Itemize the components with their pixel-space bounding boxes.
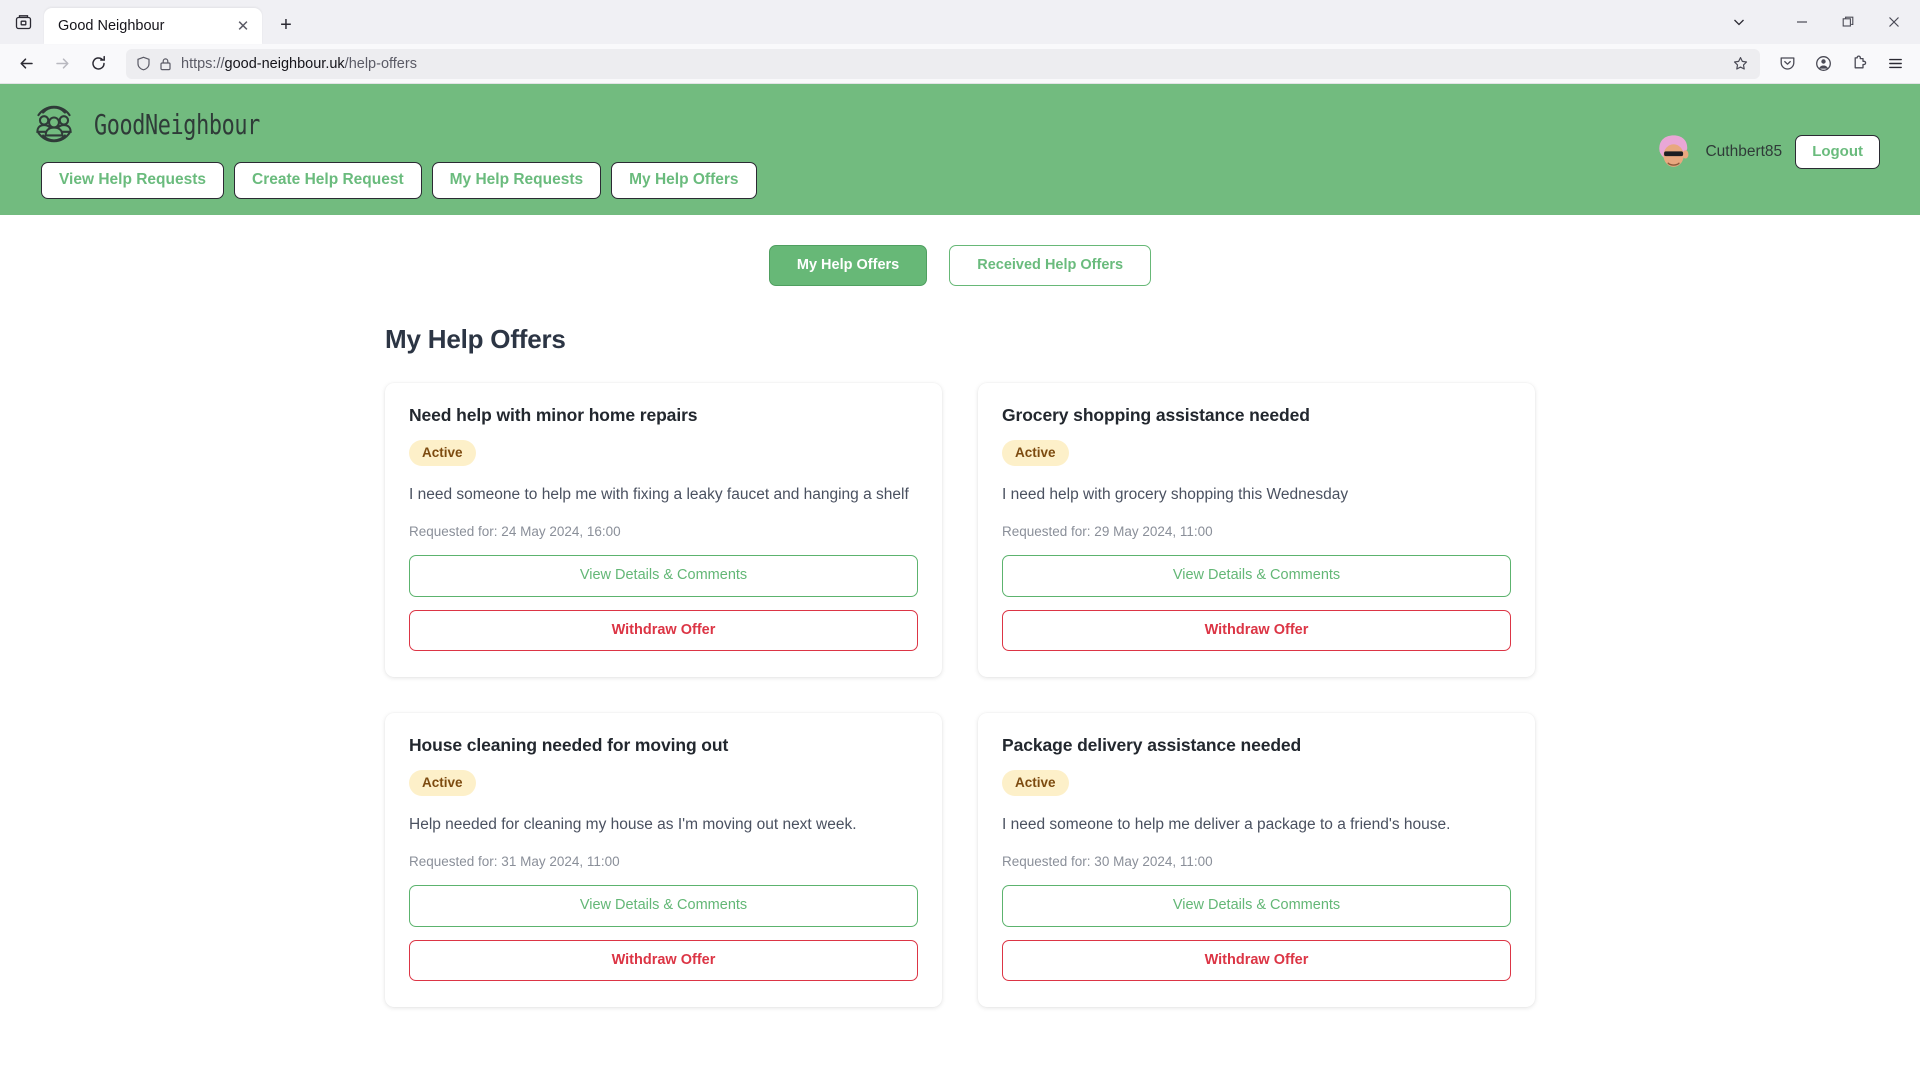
site-header: GoodNeighbour View Help Requests Create … <box>0 84 1920 215</box>
account-icon[interactable] <box>1808 49 1838 79</box>
status-badge: Active <box>409 439 476 467</box>
page-viewport: GoodNeighbour View Help Requests Create … <box>0 84 1920 1080</box>
card-description: I need someone to help me with fixing a … <box>409 486 909 504</box>
help-offer-card: Grocery shopping assistance needed Activ… <box>978 382 1535 678</box>
back-icon[interactable] <box>10 48 42 80</box>
nav-create-help-request[interactable]: Create Help Request <box>234 162 422 199</box>
card-requested-for: Requested for: 24 May 2024, 16:00 <box>409 524 621 540</box>
view-details-button[interactable]: View Details & Comments <box>1002 555 1511 597</box>
card-description: Help needed for cleaning my house as I'm… <box>409 816 857 834</box>
nav-my-help-offers[interactable]: My Help Offers <box>611 162 757 199</box>
tab-my-help-offers[interactable]: My Help Offers <box>768 244 928 286</box>
url-status-icons <box>136 56 172 71</box>
card-title: Package delivery assistance needed <box>1002 735 1302 756</box>
help-offer-card: Need help with minor home repairs Active… <box>385 382 942 678</box>
withdraw-offer-button[interactable]: Withdraw Offer <box>1002 609 1511 652</box>
nav-view-help-requests[interactable]: View Help Requests <box>41 162 225 199</box>
nav-my-help-requests[interactable]: My Help Requests <box>431 162 602 199</box>
browser-tab[interactable]: Good Neighbour ✕ <box>44 8 262 44</box>
status-badge: Active <box>409 770 476 797</box>
minimize-window-icon[interactable] <box>1780 4 1824 40</box>
save-to-pocket-icon[interactable] <box>1772 49 1802 79</box>
username-label: Cuthbert85 <box>1705 142 1783 160</box>
toolbar-actions <box>1768 49 1912 79</box>
bookmark-star-icon[interactable] <box>1726 51 1754 77</box>
card-title: Need help with minor home repairs <box>409 404 698 425</box>
maximize-window-icon[interactable] <box>1826 4 1870 40</box>
browser-toolbar: https://good-neighbour.uk/help-offers <box>0 44 1920 84</box>
url-domain: good-neighbour.uk <box>224 55 345 72</box>
reload-icon[interactable] <box>82 48 114 80</box>
withdraw-offer-button[interactable]: Withdraw Offer <box>1002 939 1511 982</box>
url-text: https://good-neighbour.uk/help-offers <box>181 56 1726 72</box>
brand-name: GoodNeighbour <box>94 107 260 141</box>
main-navigation: View Help Requests Create Help Request M… <box>0 162 1920 199</box>
address-bar[interactable]: https://good-neighbour.uk/help-offers <box>126 48 1760 79</box>
card-description: I need someone to help me deliver a pack… <box>1002 816 1451 834</box>
new-tab-icon[interactable]: + <box>270 9 302 41</box>
tab-strip: Good Neighbour ✕ + <box>0 0 1920 44</box>
user-area: Cuthbert85 Logout <box>1654 132 1880 171</box>
view-details-button[interactable]: View Details & Comments <box>409 885 918 927</box>
help-offer-card: Package delivery assistance needed Activ… <box>978 713 1535 1008</box>
shield-icon <box>137 56 150 71</box>
brand[interactable]: GoodNeighbour <box>0 98 1920 150</box>
withdraw-offer-button[interactable]: Withdraw Offer <box>409 609 918 652</box>
app-menu-icon[interactable] <box>1880 49 1910 79</box>
url-scheme: https:// <box>181 55 225 72</box>
withdraw-offer-button[interactable]: Withdraw Offer <box>409 939 918 982</box>
card-title: House cleaning needed for moving out <box>409 735 729 756</box>
tab-title: Good Neighbour <box>58 18 165 34</box>
forward-icon[interactable] <box>46 48 78 80</box>
url-path: /help-offers <box>344 55 417 72</box>
close-window-icon[interactable] <box>1872 4 1916 40</box>
card-requested-for: Requested for: 29 May 2024, 11:00 <box>1002 524 1213 540</box>
close-tab-icon[interactable]: ✕ <box>232 15 254 37</box>
status-badge: Active <box>1002 770 1069 797</box>
help-offer-card: House cleaning needed for moving out Act… <box>385 713 942 1008</box>
card-requested-for: Requested for: 30 May 2024, 11:00 <box>1002 854 1213 870</box>
tab-received-help-offers[interactable]: Received Help Offers <box>949 244 1152 286</box>
browser-window: Good Neighbour ✕ + https://good-neighbou… <box>0 0 1920 1080</box>
view-details-button[interactable]: View Details & Comments <box>1002 885 1511 927</box>
status-badge: Active <box>1002 439 1069 467</box>
goodneighbour-logo-icon <box>36 105 72 143</box>
main-content: My Help Offers Need help with minor home… <box>385 323 1535 1008</box>
view-details-button[interactable]: View Details & Comments <box>409 555 918 597</box>
logout-button[interactable]: Logout <box>1795 134 1880 169</box>
page-title: My Help Offers <box>385 323 566 354</box>
card-description: I need help with grocery shopping this W… <box>1002 486 1349 504</box>
card-title: Grocery shopping assistance needed <box>1002 404 1310 425</box>
offer-view-toggles: My Help Offers Received Help Offers <box>0 244 1920 286</box>
window-controls <box>1722 0 1920 44</box>
firefox-view-icon[interactable] <box>6 5 40 39</box>
extensions-puzzle-icon[interactable] <box>1844 49 1874 79</box>
list-all-tabs-icon[interactable] <box>1722 5 1756 39</box>
help-offer-card-grid: Need help with minor home repairs Active… <box>385 382 1535 1008</box>
lock-icon <box>160 57 171 70</box>
card-requested-for: Requested for: 31 May 2024, 11:00 <box>409 854 620 870</box>
avatar[interactable] <box>1654 132 1693 171</box>
